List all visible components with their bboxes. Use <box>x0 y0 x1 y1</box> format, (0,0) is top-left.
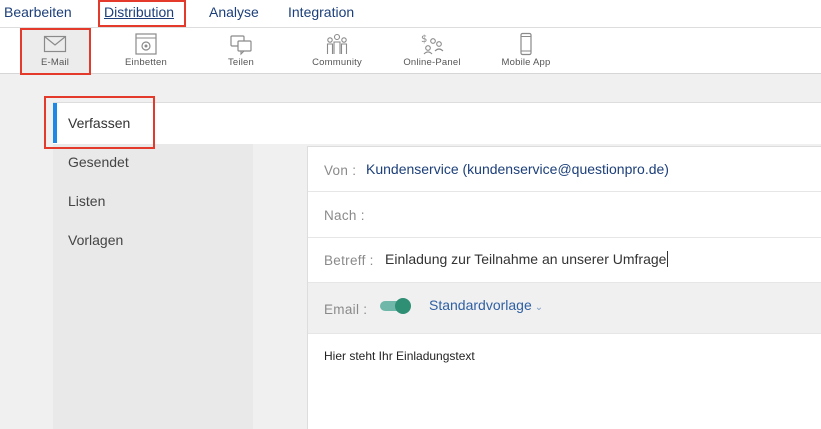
email-body-text[interactable]: Hier steht Ihr Einladungstext <box>324 349 475 363</box>
email-toggle[interactable] <box>380 298 411 314</box>
nav-bearbeiten[interactable]: Bearbeiten <box>4 4 72 20</box>
toggle-knob <box>395 298 411 314</box>
subject-row: Betreff : Einladung zur Teilnahme an uns… <box>308 238 821 283</box>
template-dropdown[interactable]: Standardvorlage ⌄ <box>429 297 543 313</box>
from-row: Von : Kundenservice (kundenservice@quest… <box>308 147 821 192</box>
subnav-teilen[interactable]: Teilen <box>201 28 281 74</box>
sidebar-panel <box>53 102 253 429</box>
compose-panel: Von : Kundenservice (kundenservice@quest… <box>307 146 821 429</box>
text-cursor <box>667 251 669 267</box>
sidebar-item-gesendet[interactable]: Gesendet <box>68 154 129 170</box>
subject-label: Betreff : <box>324 253 374 268</box>
highlight-box-verfassen <box>44 96 155 149</box>
sidebar-header-row <box>53 102 821 144</box>
highlight-box-email <box>20 28 91 75</box>
to-label: Nach : <box>324 208 365 223</box>
embed-gear-icon <box>135 33 157 55</box>
subnav-mobile-app-label: Mobile App <box>501 57 551 68</box>
share-chat-icon <box>230 35 252 56</box>
to-field[interactable] <box>370 206 810 226</box>
subnav-teilen-label: Teilen <box>227 57 255 68</box>
highlight-box-distribution <box>98 0 186 27</box>
subject-value: Einladung zur Teilnahme an unserer Umfra… <box>385 251 667 267</box>
from-label: Von : <box>324 163 357 178</box>
subnav-community-label: Community <box>312 57 362 68</box>
subnav-community[interactable]: Community <box>297 28 377 74</box>
email-label: Email : <box>324 302 368 317</box>
subnav-einbetten-label: Einbetten <box>125 57 167 68</box>
subnav-online-panel[interactable]: $ Online-Panel <box>392 28 472 74</box>
panel-people-money-icon: $ <box>421 34 444 55</box>
nav-integration[interactable]: Integration <box>288 4 354 20</box>
subnav-online-panel-label: Online-Panel <box>403 57 461 68</box>
to-row: Nach : <box>308 192 821 238</box>
template-label: Standardvorlage <box>429 297 532 313</box>
subject-field[interactable]: Einladung zur Teilnahme an unserer Umfra… <box>385 251 669 267</box>
from-field[interactable]: Kundenservice (kundenservice@questionpro… <box>366 161 669 177</box>
svg-text:$: $ <box>421 34 427 45</box>
sidebar-item-vorlagen[interactable]: Vorlagen <box>68 232 123 248</box>
mobile-phone-icon <box>520 32 532 56</box>
subnav-einbetten[interactable]: Einbetten <box>106 28 186 74</box>
distribution-subnav: E-Mail Einbetten Teilen Community $ Onli… <box>0 28 821 74</box>
subnav-mobile-app[interactable]: Mobile App <box>486 28 566 74</box>
chevron-down-icon: ⌄ <box>534 302 544 313</box>
community-people-icon <box>326 33 348 54</box>
email-template-row: Email : Standardvorlage ⌄ <box>308 283 821 334</box>
sidebar-item-listen[interactable]: Listen <box>68 193 105 209</box>
nav-analyse[interactable]: Analyse <box>209 4 259 20</box>
